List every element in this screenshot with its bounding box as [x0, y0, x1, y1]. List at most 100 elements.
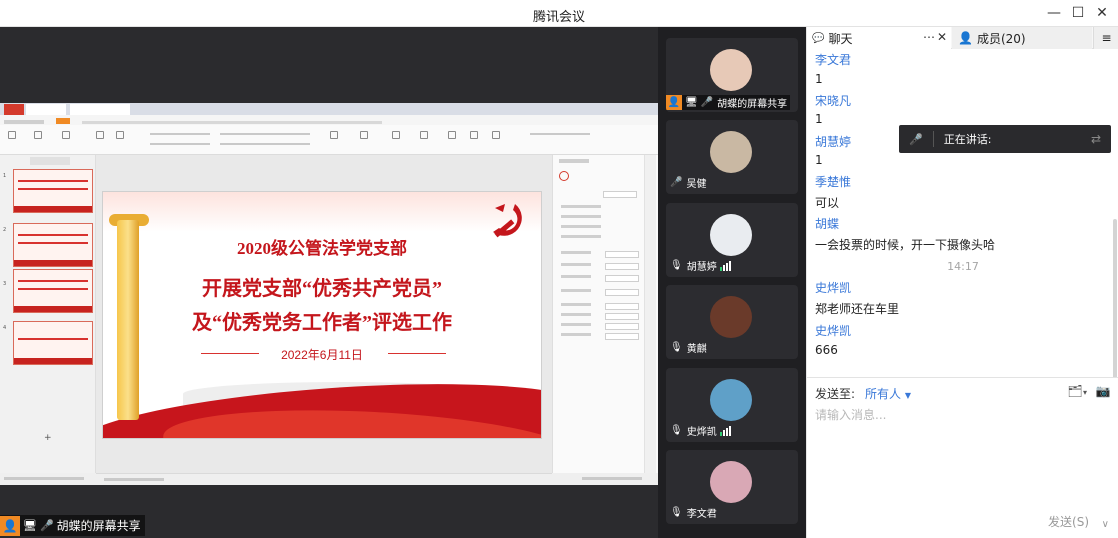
slide-thumbnail[interactable] [13, 223, 93, 267]
chat-panel: 💬 聊天 ⋯ ✕ 👤 成员(20) ≡ 李文君 1 宋晓凡 1 胡慧婷 1 季楚… [806, 27, 1118, 538]
main-stage: 1 2 3 4 + 2020级公管法学党支部 开展党支部“优秀共产党员” 及“优… [0, 27, 658, 538]
microphone-icon: 🎤 [39, 519, 54, 532]
tile-name: 胡蝶的屏幕共享 [717, 99, 788, 110]
screen-share-icon: 🖥 [23, 519, 37, 532]
slide-date: 2022年6月11日 [281, 348, 363, 362]
chat-tab-bar: 💬 聊天 ⋯ ✕ 👤 成员(20) ≡ [807, 27, 1118, 49]
app-menu-bar [0, 115, 658, 125]
speaking-label: 正在讲话: [943, 133, 992, 146]
microphone-muted-icon: 🎙 [670, 425, 683, 436]
title-bar: 腾讯会议 — ☐ ✕ [0, 0, 1118, 27]
microphone-muted-icon: 🎙 [670, 342, 683, 353]
tile-name: 史烨凯 [686, 427, 717, 438]
send-to-label: 发送至: [815, 387, 856, 401]
people-icon: 👤 [958, 31, 973, 45]
send-button[interactable]: 发送(S) [1048, 513, 1089, 530]
slide-thumbnail[interactable] [13, 321, 93, 365]
message-text: 1 [815, 112, 823, 126]
microphone-icon: 🎤 [700, 97, 714, 108]
slide-thumbnail[interactable] [13, 269, 93, 313]
slide-canvas: 2020级公管法学党支部 开展党支部“优秀共产党员” 及“优秀党务工作者”评选工… [102, 191, 542, 439]
screenshot-icon[interactable]: 📷 [1095, 384, 1111, 398]
app-tab [26, 104, 66, 115]
tab-members[interactable]: 👤 成员(20) [952, 27, 1092, 49]
message-sender: 宋晓凡 [815, 94, 852, 108]
app-tab-bar [0, 103, 658, 115]
chat-scrollbar[interactable] [1113, 219, 1117, 377]
microphone-icon: 🎤 [909, 132, 923, 146]
message-sender: 史烨凯 [815, 281, 852, 295]
signal-icon [719, 260, 732, 271]
tab-chat-label: 聊天 [828, 31, 853, 46]
slide-headline-1: 开展党支部“优秀共产党员” [202, 278, 442, 300]
video-tile[interactable]: 🎤 吴健 [666, 120, 798, 194]
app-logo-icon [4, 104, 24, 115]
notes-bar [96, 473, 552, 485]
tile-name: 胡慧婷 [686, 262, 717, 273]
app-tab [70, 104, 130, 115]
video-tile[interactable]: 🎙 黄麒 [666, 285, 798, 359]
message-sender: 史烨凯 [815, 324, 852, 338]
message-sender: 季楚惟 [815, 175, 852, 189]
avatar [710, 131, 752, 173]
tile-name: 李文君 [686, 509, 717, 520]
slide-thumbnail[interactable] [13, 169, 93, 213]
avatar [710, 379, 752, 421]
minimize-icon[interactable]: — [1045, 4, 1063, 22]
slide-headline-2: 及“优秀党务工作者”评选工作 [192, 312, 452, 334]
compose-area: 发送至: 所有人 ▼ 🗂 ▾ 📷 请输入消息... 发送(S) ∨ [807, 377, 1118, 538]
signal-icon [719, 425, 732, 436]
tile-name: 黄麒 [686, 344, 707, 355]
close-icon[interactable]: ✕ [937, 30, 947, 44]
screen-share-icon: 🖥 [685, 97, 698, 108]
send-to-value: 所有人 [865, 387, 902, 401]
tab-chat[interactable]: 💬 聊天 ⋯ ✕ [807, 27, 951, 49]
message-text: 郑老师还在车里 [815, 302, 900, 316]
video-tile[interactable]: 🎙 胡慧婷 [666, 203, 798, 277]
app-status-bar-right [552, 473, 658, 485]
message-sender: 胡慧婷 [815, 135, 852, 149]
presenter-label: 👤 🖥 🎤 胡蝶的屏幕共享 [0, 515, 145, 536]
user-icon: 👤 [666, 95, 682, 110]
user-icon: 👤 [0, 515, 20, 536]
maximize-icon[interactable]: ☐ [1069, 4, 1087, 22]
microphone-muted-icon: 🎙 [670, 260, 683, 271]
slide-editor: 2020级公管法学党支部 开展党支部“优秀共产党员” 及“优秀党务工作者”评选工… [96, 155, 552, 473]
video-tile-column: 👤 🖥 🎤 胡蝶的屏幕共享 🎤 吴健 🎙 胡慧婷 🎙 黄麒 � [658, 27, 806, 538]
slide-thumbnail-pane: 1 2 3 4 + [0, 155, 96, 473]
message-text: 1 [815, 153, 823, 167]
tab-members-label: 成员(20) [976, 31, 1026, 46]
chevron-down-icon[interactable]: ▾ [1077, 388, 1093, 402]
message-input[interactable]: 请输入消息... [815, 406, 886, 423]
app-ribbon [0, 125, 658, 155]
message-sender: 李文君 [815, 53, 852, 67]
window-title: 腾讯会议 [532, 10, 585, 25]
presenter-name: 胡蝶的屏幕共享 [56, 519, 141, 533]
message-sender: 胡蝶 [815, 217, 840, 231]
video-tile[interactable]: 👤 🖥 🎤 胡蝶的屏幕共享 [666, 38, 798, 112]
microphone-icon: 🎤 [670, 177, 683, 188]
chevron-down-icon[interactable]: ∨ [1102, 519, 1109, 530]
message-text: 1 [815, 72, 823, 86]
message-text: 一会投票的时候，开一下摄像头哈 [815, 238, 996, 252]
avatar [710, 461, 752, 503]
avatar [710, 296, 752, 338]
slide-org-title: 2020级公管法学党支部 [237, 239, 407, 258]
video-tile[interactable]: 🎙 史烨凯 [666, 368, 798, 442]
send-to-dropdown[interactable]: 所有人 ▼ [865, 385, 911, 402]
message-text: 666 [815, 343, 838, 357]
shared-screen: 1 2 3 4 + 2020级公管法学党支部 开展党支部“优秀共产党员” 及“优… [0, 103, 658, 485]
tile-name: 吴健 [686, 179, 707, 190]
menu-icon[interactable]: ≡ [1093, 27, 1118, 49]
speaking-indicator: 🎤 正在讲话: ⇄ [899, 125, 1111, 153]
app-status-bar [0, 473, 96, 485]
microphone-muted-icon: 🎙 [670, 507, 683, 518]
more-icon[interactable]: ⋯ [923, 30, 935, 44]
expand-icon[interactable]: ⇄ [1091, 132, 1101, 146]
video-tile[interactable]: 🎙 李文君 [666, 450, 798, 524]
avatar [710, 49, 752, 91]
properties-pane [552, 155, 658, 473]
avatar [710, 214, 752, 256]
close-window-icon[interactable]: ✕ [1093, 4, 1111, 22]
message-list: 李文君 1 宋晓凡 1 胡慧婷 1 季楚惟 可以 胡蝶 一会投票的时候，开一下摄… [807, 49, 1118, 377]
